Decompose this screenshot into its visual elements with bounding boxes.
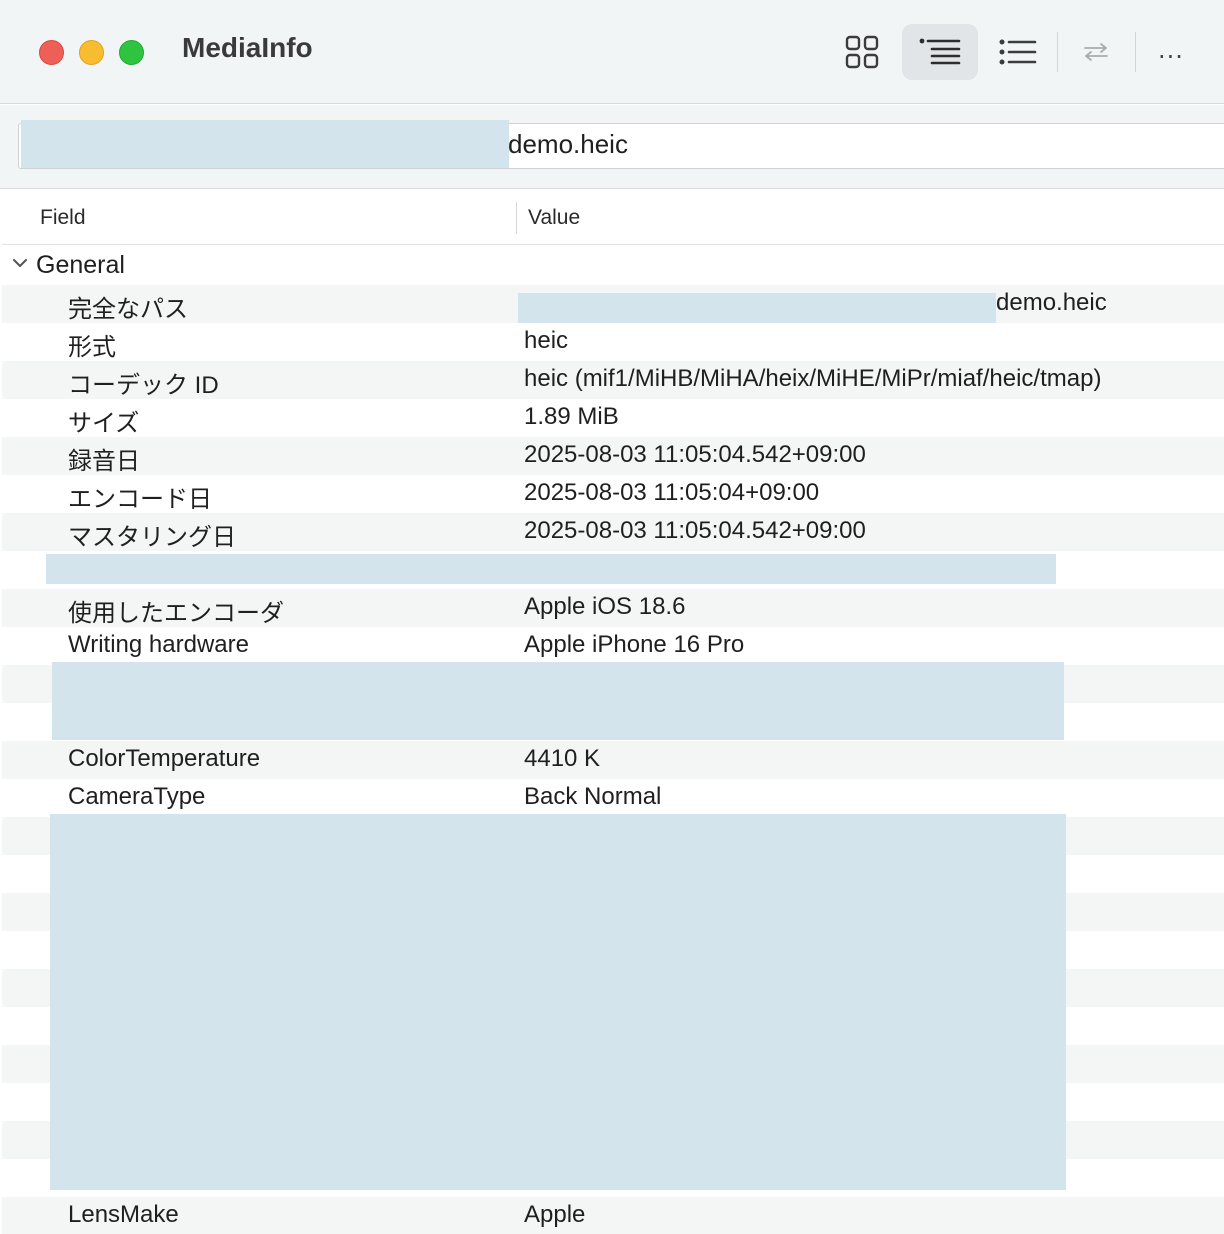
field-cell: コーデック ID [68, 372, 219, 399]
redacted-rows [52, 662, 1064, 740]
value-cell: Back Normal [524, 783, 662, 810]
chevron-down-icon[interactable] [12, 257, 28, 269]
value-cell: 1.89 MiB [524, 403, 619, 430]
value-cell: 2025-08-03 11:05:04.542+09:00 [524, 441, 866, 468]
window-title: MediaInfo [182, 32, 313, 63]
redacted-rows [50, 814, 1066, 1190]
field-cell: 使用したエンコーダ [68, 600, 284, 627]
value-cell: 4410 K [524, 745, 601, 772]
table-row[interactable]: マスタリング日 2025-08-03 11:05:04.542+09:00 [2, 513, 1224, 551]
table-row[interactable]: 完全なパス demo.heic [2, 285, 1224, 323]
bullet-list-icon [999, 39, 1037, 65]
path-bar: demo.heic [0, 105, 1224, 189]
field-cell: Writing hardware [68, 631, 249, 658]
group-label: General [36, 251, 125, 279]
table-row[interactable]: 形式 heic [2, 323, 1224, 361]
group-row-general[interactable]: General [2, 247, 1224, 285]
table-row[interactable]: Writing hardware Apple iPhone 16 Pro [2, 627, 1224, 665]
redacted-rows [46, 554, 1056, 584]
value-cell: 2025-08-03 11:05:04+09:00 [524, 479, 820, 506]
field-cell: 形式 [68, 334, 116, 361]
table-row[interactable]: LensMake Apple [2, 1197, 1224, 1234]
value-cell: demo.heic [996, 289, 1107, 316]
more-options-button[interactable]: ... [1158, 36, 1184, 64]
value-cell: Apple iOS 18.6 [524, 593, 686, 620]
outline-list-button[interactable] [902, 24, 978, 80]
table-row[interactable]: 使用したエンコーダ Apple iOS 18.6 [2, 589, 1224, 627]
table-row[interactable]: コーデック ID heic (mif1/MiHB/MiHA/heix/MiHE/… [2, 361, 1224, 399]
grid-view-button[interactable] [824, 24, 900, 80]
table-row[interactable]: サイズ 1.89 MiB [2, 399, 1224, 437]
bullet-list-button[interactable] [980, 24, 1056, 80]
field-cell: サイズ [68, 410, 140, 437]
file-path-field[interactable]: demo.heic [18, 120, 1224, 169]
info-table: Field Value General 完全なパス demo.heic 形式 h… [2, 190, 1224, 1234]
table-row[interactable]: CameraType Back Normal [2, 779, 1224, 817]
toolbar-separator [1135, 32, 1136, 72]
redacted-value [518, 293, 996, 323]
redacted-path [21, 120, 509, 168]
column-header-value[interactable]: Value [528, 206, 580, 230]
column-header-field[interactable]: Field [40, 206, 86, 230]
field-cell: 完全なパス [68, 296, 188, 323]
table-row[interactable]: 録音日 2025-08-03 11:05:04.542+09:00 [2, 437, 1224, 475]
field-cell: ColorTemperature [68, 745, 261, 772]
field-cell: マスタリング日 [68, 524, 236, 551]
zoom-window-button[interactable] [119, 40, 144, 65]
table-row[interactable]: ColorTemperature 4410 K [2, 741, 1224, 779]
value-cell: Apple iPhone 16 Pro [524, 631, 745, 658]
table-header: Field Value [2, 190, 1224, 245]
value-cell: heic (mif1/MiHB/MiHA/heix/MiHE/MiPr/miaf… [524, 365, 1102, 392]
swap-button[interactable] [1058, 24, 1134, 80]
value-cell: heic [524, 327, 569, 354]
field-cell: LensMake [68, 1201, 179, 1228]
value-cell: 2025-08-03 11:05:04.542+09:00 [524, 517, 866, 544]
table-row[interactable]: エンコード日 2025-08-03 11:05:04+09:00 [2, 475, 1224, 513]
file-path-text: demo.heic [508, 129, 628, 159]
minimize-window-button[interactable] [79, 40, 104, 65]
title-bar: MediaInfo ... [0, 0, 1224, 104]
swap-arrows-icon [1084, 43, 1108, 61]
field-cell: CameraType [68, 783, 206, 810]
field-cell: エンコード日 [68, 486, 212, 513]
column-divider[interactable] [516, 202, 517, 234]
close-window-button[interactable] [39, 40, 64, 65]
value-cell: Apple [524, 1201, 586, 1228]
grid-view-icon [845, 35, 879, 69]
field-cell: 録音日 [68, 448, 140, 475]
outline-list-icon [919, 38, 961, 65]
